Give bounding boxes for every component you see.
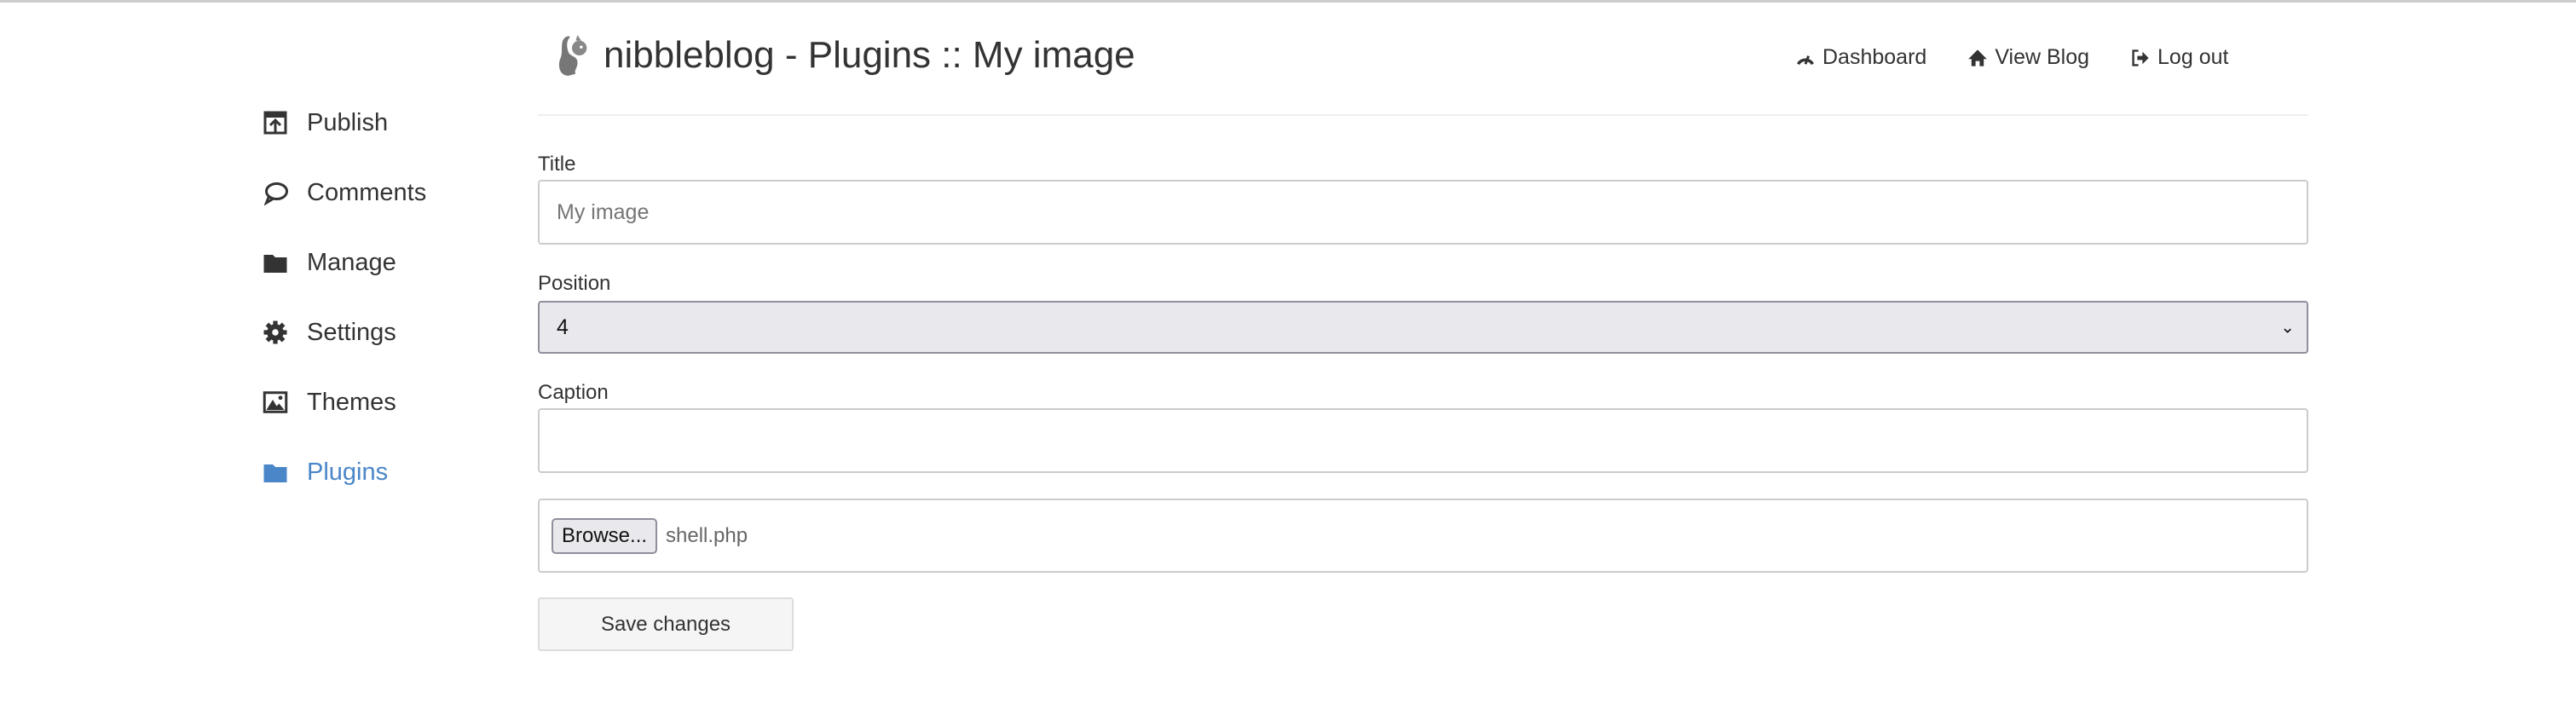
- folder-icon: [263, 255, 287, 273]
- view-blog-link[interactable]: View Blog: [1967, 45, 2089, 70]
- browse-button[interactable]: Browse...: [552, 517, 658, 554]
- position-value: 4: [557, 314, 569, 339]
- sidebar: Publish Comments Manage Settings Themes …: [263, 88, 426, 507]
- folder-icon: [263, 464, 287, 482]
- save-changes-button[interactable]: Save changes: [538, 597, 794, 651]
- sidebar-item-label: Comments: [307, 178, 427, 206]
- logout-icon: [2132, 49, 2149, 66]
- sidebar-item-manage[interactable]: Manage: [263, 228, 426, 297]
- sidebar-item-label: Publish: [307, 108, 389, 136]
- sidebar-item-label: Manage: [307, 248, 396, 276]
- top-nav: Dashboard View Blog Log out: [1795, 45, 2228, 70]
- sidebar-item-publish[interactable]: Publish: [263, 88, 426, 158]
- position-select[interactable]: 4 ⌄: [538, 301, 2308, 354]
- dashboard-icon: [1797, 55, 1814, 65]
- page-title-text: nibbleblog - Plugins :: My image: [604, 34, 1135, 76]
- image-icon: [263, 391, 288, 413]
- sidebar-item-themes[interactable]: Themes: [263, 367, 426, 437]
- publish-icon: [263, 111, 287, 135]
- nav-label: Dashboard: [1822, 45, 1927, 69]
- page-title: nibbleblog - Plugins :: My image: [552, 33, 1135, 78]
- file-name: shell.php: [666, 523, 748, 547]
- sidebar-item-settings[interactable]: Settings: [263, 297, 426, 367]
- sidebar-item-label: Settings: [307, 318, 396, 346]
- logout-link[interactable]: Log out: [2130, 45, 2228, 70]
- gear-icon: [263, 320, 287, 344]
- sidebar-item-label: Plugins: [307, 458, 389, 486]
- position-label: Position: [538, 272, 611, 295]
- file-input[interactable]: Browse... shell.php: [538, 499, 2308, 573]
- sidebar-item-label: Themes: [307, 388, 396, 416]
- caption-input[interactable]: [538, 408, 2308, 473]
- title-label: Title: [538, 153, 576, 176]
- dashboard-link[interactable]: Dashboard: [1795, 45, 1926, 70]
- chevron-down-icon: ⌄: [2280, 318, 2295, 337]
- home-icon: [1968, 49, 1988, 66]
- sidebar-item-plugins[interactable]: Plugins: [263, 437, 426, 507]
- header-divider: [538, 114, 2308, 116]
- caption-label: Caption: [538, 381, 609, 404]
- nav-label: View Blog: [1995, 45, 2090, 69]
- comment-icon: [263, 182, 288, 205]
- sidebar-item-comments[interactable]: Comments: [263, 158, 426, 228]
- nav-label: Log out: [2157, 45, 2229, 69]
- title-input[interactable]: [538, 180, 2308, 245]
- squirrel-logo: [558, 35, 587, 76]
